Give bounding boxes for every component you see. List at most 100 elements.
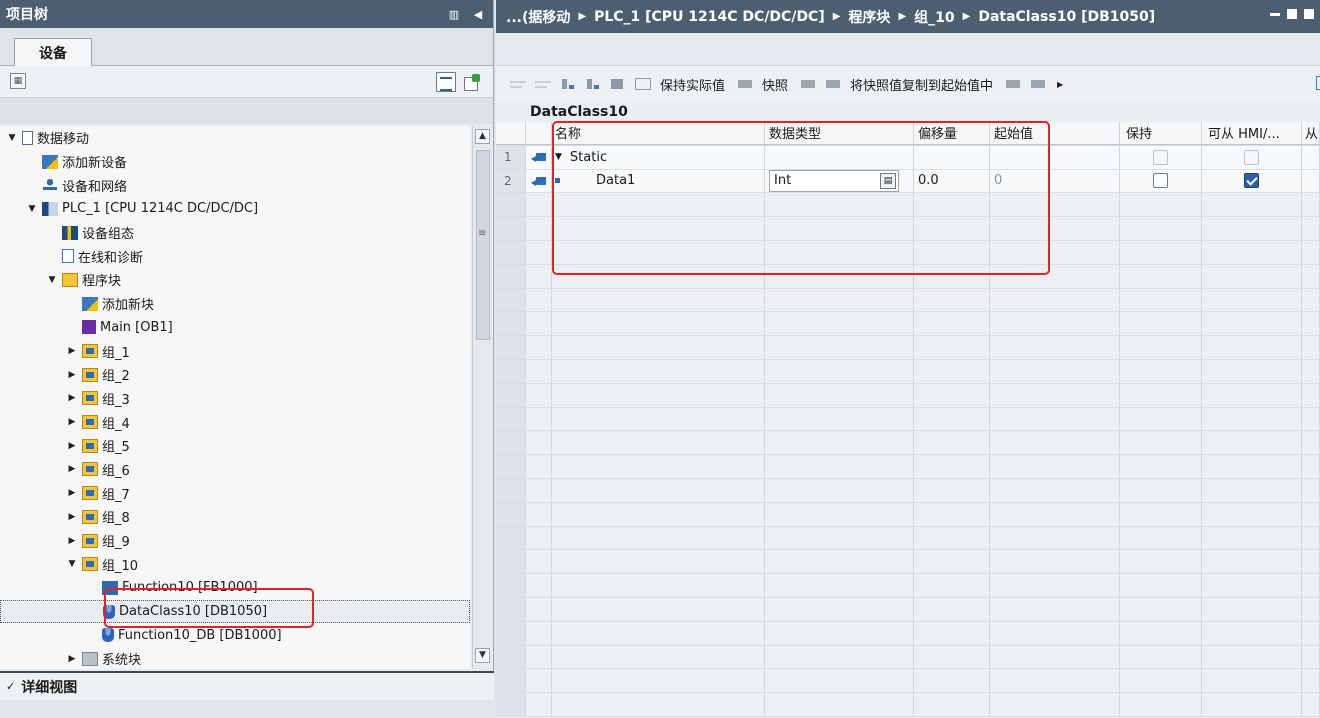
data-type-field[interactable]: Int ▤	[769, 169, 899, 192]
expand-down-icon[interactable]: ▼	[555, 152, 562, 162]
tree-item[interactable]: ▶ 组_3	[0, 387, 470, 411]
retain-checkbox[interactable]	[1153, 173, 1168, 189]
copy-start-icon[interactable]	[1005, 76, 1022, 92]
breadcrumb-item-group[interactable]: 组_10	[914, 7, 954, 27]
empty-table-row[interactable]	[496, 574, 1320, 598]
column-header-name[interactable]: 名称	[552, 122, 765, 145]
empty-table-row[interactable]	[496, 288, 1320, 313]
tree-item[interactable]: ▶ 系统块	[0, 647, 470, 669]
snapshot-icon[interactable]	[737, 76, 754, 92]
tree-item[interactable]: ▼ 组_10	[0, 552, 470, 576]
empty-table-row[interactable]	[496, 526, 1320, 551]
variable-name[interactable]: Static	[570, 150, 607, 165]
empty-table-row[interactable]	[496, 359, 1320, 384]
empty-table-row[interactable]	[496, 264, 1320, 289]
breadcrumb-item-project[interactable]: ...(据移动	[506, 7, 570, 27]
hmi-accessible-checkbox[interactable]	[1244, 173, 1259, 189]
scroll-up-icon[interactable]: ▲	[475, 129, 490, 144]
keep-actual-values-button[interactable]: 保持实际值	[660, 75, 725, 94]
tree-item[interactable]: ▼ 程序块	[0, 268, 470, 292]
breadcrumb-item-program-blocks[interactable]: 程序块	[848, 7, 890, 27]
save-snapshot-icon[interactable]	[825, 76, 842, 92]
expand-right-icon[interactable]: ▶	[66, 464, 78, 474]
empty-table-row[interactable]	[496, 645, 1320, 670]
empty-table-row[interactable]	[496, 193, 1320, 218]
empty-table-row[interactable]	[496, 693, 1320, 717]
snapshot-button[interactable]: 快照	[762, 75, 788, 94]
collapse-all-icon[interactable]	[585, 76, 601, 92]
restore-icon[interactable]	[1287, 9, 1297, 19]
empty-table-row[interactable]	[496, 431, 1320, 456]
toolbar-more-icon[interactable]: ▶	[1057, 80, 1063, 89]
scroll-thumb[interactable]	[476, 150, 490, 340]
tree-item[interactable]: 设备组态	[0, 221, 470, 245]
tree-item[interactable]: ▶ 组_1	[0, 339, 470, 363]
empty-table-row[interactable]	[496, 407, 1320, 432]
tree-item[interactable]: ▼ 数据移动	[0, 126, 470, 150]
monitor-glasses-icon[interactable]	[635, 78, 651, 90]
empty-table-row[interactable]	[496, 240, 1320, 265]
expand-right-icon[interactable]: ▶	[66, 370, 78, 380]
load-snapshot-icon[interactable]	[800, 76, 817, 92]
breadcrumb-item-db[interactable]: DataClass10 [DB1050]	[978, 9, 1155, 25]
tree-item[interactable]: Function10 [FB1000]	[0, 576, 470, 600]
tree-item[interactable]: 添加新块	[0, 292, 470, 316]
tree-item[interactable]: ▶ 组_4	[0, 410, 470, 434]
empty-table-row[interactable]	[496, 550, 1320, 575]
expand-right-icon[interactable]: ▶	[66, 417, 78, 427]
table-row[interactable]: 2 Data1 Int ▤ 0.0 0	[496, 169, 1320, 194]
table-row[interactable]: 1 ▼ Static	[496, 145, 1320, 170]
column-header-offset[interactable]: 偏移量	[914, 122, 990, 145]
empty-table-row[interactable]	[496, 478, 1320, 503]
tree-item[interactable]: ▶ 组_7	[0, 481, 470, 505]
empty-table-row[interactable]	[496, 217, 1320, 241]
start-value[interactable]: 0	[990, 169, 1120, 193]
collapse-pane-icon[interactable]: ◀	[469, 5, 487, 23]
minimize-icon[interactable]	[1270, 9, 1280, 16]
tree-item[interactable]: 设备和网络	[0, 173, 470, 197]
tree-item[interactable]: ▶ 组_2	[0, 363, 470, 387]
tab-device[interactable]: 设备	[14, 38, 92, 67]
empty-table-row[interactable]	[496, 383, 1320, 408]
maximize-icon[interactable]	[1304, 9, 1314, 19]
breadcrumb-item-plc[interactable]: PLC_1 [CPU 1214C DC/DC/DC]	[594, 9, 825, 25]
new-window-icon[interactable]	[462, 72, 482, 92]
tree-item[interactable]: Main [OB1]	[0, 316, 470, 340]
column-header-hmi[interactable]: 可从 HMI/...	[1202, 122, 1302, 145]
expand-right-icon[interactable]: ▶	[66, 441, 78, 451]
tree-scrollbar[interactable]: ▲ ≡ ▼	[472, 126, 492, 669]
empty-table-row[interactable]	[496, 312, 1320, 337]
tree-item[interactable]: 在线和诊断	[0, 244, 470, 268]
expand-down-icon[interactable]: ▼	[6, 133, 18, 143]
pane-layout-icon[interactable]: ▥	[445, 5, 463, 23]
list-icon[interactable]	[610, 76, 626, 92]
scroll-down-icon[interactable]: ▼	[475, 648, 490, 663]
empty-table-row[interactable]	[496, 669, 1320, 694]
overview-icon[interactable]: ▦	[10, 73, 26, 89]
table-view-icon[interactable]	[436, 72, 456, 92]
copy-actual-icon[interactable]	[1030, 76, 1047, 92]
column-header-more[interactable]: 从	[1302, 122, 1320, 145]
tree-item[interactable]: ▶ 组_5	[0, 434, 470, 458]
expand-right-icon[interactable]: ▶	[66, 488, 78, 498]
toolbar-right-icon[interactable]	[1316, 76, 1320, 90]
chevron-down-icon[interactable]: ✓	[6, 680, 15, 693]
column-header-start-value[interactable]: 起始值	[990, 122, 1120, 145]
empty-table-row[interactable]	[496, 502, 1320, 527]
empty-table-row[interactable]	[496, 336, 1320, 360]
tree-item[interactable]: DataClass10 [DB1050]	[0, 599, 470, 624]
tree-item[interactable]: ▶ 组_6	[0, 458, 470, 482]
expand-all-icon[interactable]	[560, 76, 576, 92]
tree-item[interactable]: ▼ PLC_1 [CPU 1214C DC/DC/DC]	[0, 197, 470, 221]
insert-row-icon[interactable]	[510, 76, 526, 92]
copy-snapshot-to-start-button[interactable]: 将快照值复制到起始值中	[850, 75, 993, 94]
add-row-icon[interactable]	[535, 76, 551, 92]
column-header-retain[interactable]: 保持	[1120, 122, 1202, 145]
empty-table-row[interactable]	[496, 455, 1320, 479]
empty-table-row[interactable]	[496, 621, 1320, 646]
column-header-data-type[interactable]: 数据类型	[765, 122, 914, 145]
variable-name[interactable]: Data1	[596, 173, 635, 188]
type-picker-icon[interactable]: ▤	[880, 172, 896, 189]
tree-item[interactable]: 添加新设备	[0, 150, 470, 174]
expand-down-icon[interactable]: ▼	[26, 204, 38, 214]
